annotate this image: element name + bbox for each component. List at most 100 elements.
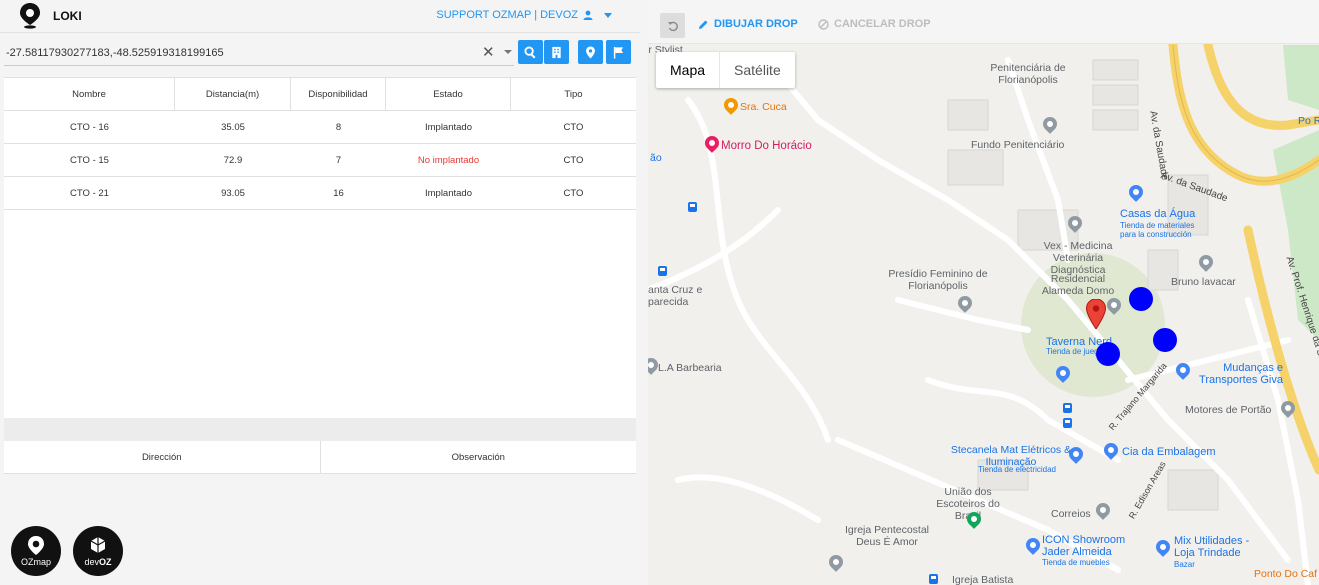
ozmap-pin-icon bbox=[28, 535, 44, 555]
details-header: Dirección Observación bbox=[4, 441, 636, 474]
app-title: LOKI bbox=[53, 9, 82, 23]
map-label: ão bbox=[650, 152, 662, 164]
cell-nombre: CTO - 21 bbox=[70, 187, 109, 199]
map-label[interactable]: Sra. Cuca bbox=[740, 101, 787, 113]
map-label[interactable]: Bruno lavacar bbox=[1171, 276, 1236, 288]
flag-icon bbox=[613, 46, 624, 59]
map-label: Penitenciária de Florianópolis bbox=[990, 62, 1066, 86]
cancel-icon bbox=[818, 18, 829, 30]
building-icon bbox=[552, 46, 561, 58]
user-icon bbox=[583, 10, 593, 20]
map-toolbar: DIBUJAR DROP CANCELAR DROP bbox=[648, 0, 1319, 44]
cto-marker[interactable] bbox=[1129, 287, 1153, 311]
bus-stop-icon[interactable] bbox=[1063, 418, 1072, 428]
map-label[interactable]: Ponto Do Caf bbox=[1254, 568, 1317, 580]
cell-tipo: CTO bbox=[563, 121, 584, 133]
cell-disponibilidad: 16 bbox=[333, 187, 344, 199]
map-label[interactable]: Mix Utilidades - Loja Trindade bbox=[1174, 535, 1264, 559]
table-row[interactable]: CTO - 15 72.9 7 No implantado CTO bbox=[4, 144, 636, 177]
map-label[interactable]: Morro Do Horácio bbox=[721, 140, 812, 152]
coordinates-input[interactable] bbox=[4, 40, 514, 66]
draw-drop-button[interactable]: DIBUJAR DROP bbox=[698, 18, 798, 30]
cell-estado: Implantado bbox=[424, 187, 472, 199]
map-type-control: Mapa Satélite bbox=[656, 52, 795, 88]
cancel-drop-label: CANCELAR DROP bbox=[834, 18, 931, 30]
cell-disponibilidad: 7 bbox=[335, 154, 342, 166]
column-header-observacion: Observación bbox=[451, 451, 505, 463]
logo-pin-icon bbox=[20, 3, 40, 29]
map-label[interactable]: Casas da Água bbox=[1120, 208, 1195, 220]
map-label[interactable]: Cia da Embalagem bbox=[1122, 446, 1216, 458]
map-label[interactable]: Presídio Feminino de Florianópolis bbox=[888, 268, 988, 292]
table-row[interactable]: CTO - 16 35.05 8 Implantado CTO bbox=[4, 111, 636, 144]
search-row: ✕ bbox=[0, 38, 640, 66]
cube-icon bbox=[90, 536, 106, 553]
map-label[interactable]: Mudanças e Transportes Giva bbox=[1193, 362, 1283, 386]
cell-distancia: 93.05 bbox=[221, 187, 245, 199]
searched-location-marker-icon[interactable] bbox=[1086, 299, 1106, 329]
cell-disponibilidad: 8 bbox=[335, 121, 342, 133]
map-label[interactable]: Motores de Portão bbox=[1185, 404, 1271, 416]
map-sublabel: Bazar bbox=[1174, 560, 1195, 569]
user-menu[interactable]: SUPPORT OZMAP | DEVOZ bbox=[436, 9, 612, 21]
map-type-satellite-button[interactable]: Satélite bbox=[719, 52, 795, 88]
top-bar: LOKI SUPPORT OZMAP | DEVOZ bbox=[0, 0, 640, 33]
panel-divider[interactable] bbox=[4, 418, 636, 442]
cto-marker[interactable] bbox=[1153, 328, 1177, 352]
map-sublabel: Tienda de muebles bbox=[1042, 558, 1110, 567]
cell-nombre: CTO - 16 bbox=[70, 121, 109, 133]
column-header-disponibilidad[interactable]: Disponibilidad bbox=[291, 78, 386, 110]
chevron-down-icon bbox=[604, 12, 612, 18]
bus-stop-icon[interactable] bbox=[1063, 403, 1072, 413]
pencil-icon bbox=[699, 20, 708, 29]
column-header-distancia[interactable]: Distancia(m) bbox=[175, 78, 291, 110]
devoz-logo[interactable]: devOZ bbox=[73, 526, 123, 576]
column-header-estado[interactable]: Estado bbox=[386, 78, 511, 110]
map-label[interactable]: Fundo Penitenciário bbox=[971, 139, 1064, 151]
column-header-nombre[interactable]: Nombre bbox=[4, 78, 175, 110]
ozmap-logo[interactable]: OZmap bbox=[11, 526, 61, 576]
map-sublabel: Tienda de materiales para la construcció… bbox=[1120, 221, 1195, 239]
cell-nombre: CTO - 15 bbox=[70, 154, 109, 166]
draw-drop-label: DIBUJAR DROP bbox=[714, 18, 798, 30]
cto-marker[interactable] bbox=[1096, 342, 1120, 366]
bus-stop-icon[interactable] bbox=[658, 266, 667, 276]
map-label[interactable]: Residencial Alameda Domo bbox=[1038, 273, 1118, 297]
devoz-logo-text: devOZ bbox=[84, 556, 112, 567]
table-header: Nombre Distancia(m) Disponibilidad Estad… bbox=[4, 77, 636, 111]
cell-tipo: CTO bbox=[563, 187, 584, 199]
cell-estado: Implantado bbox=[424, 121, 472, 133]
bus-stop-icon[interactable] bbox=[688, 202, 697, 212]
map-label[interactable]: Igreja Pentecostal Deus É Amor bbox=[842, 524, 932, 548]
bus-stop-icon[interactable] bbox=[929, 574, 938, 584]
undo-button[interactable] bbox=[660, 13, 685, 38]
clear-icon[interactable]: ✕ bbox=[482, 43, 495, 61]
map-label[interactable]: L.A Barbearia bbox=[658, 362, 722, 374]
column-header-direccion: Dirección bbox=[4, 441, 321, 473]
map-label[interactable]: Vex - Medicina Veterinária Diagnóstica bbox=[1028, 240, 1128, 276]
map-view[interactable]: DIBUJAR DROP CANCELAR DROP Mapa Satélite… bbox=[648, 0, 1319, 585]
user-menu-label: SUPPORT OZMAP | DEVOZ bbox=[436, 9, 578, 21]
search-icon bbox=[524, 45, 536, 58]
dropdown-caret-icon[interactable] bbox=[504, 50, 512, 54]
results-empty-area bbox=[4, 210, 636, 418]
location-button[interactable] bbox=[578, 40, 603, 64]
building-button[interactable] bbox=[544, 40, 569, 64]
results-table: Nombre Distancia(m) Disponibilidad Estad… bbox=[4, 77, 636, 210]
ozmap-logo-text: OZmap bbox=[20, 556, 51, 567]
column-header-tipo[interactable]: Tipo bbox=[511, 78, 636, 110]
map-marker-icon bbox=[586, 45, 595, 59]
cell-tipo: CTO bbox=[563, 154, 584, 166]
map-label: Po Ro bbox=[1298, 115, 1319, 127]
map-label[interactable]: ICON Showroom Jader Almeida bbox=[1042, 534, 1132, 558]
flag-button[interactable] bbox=[606, 40, 631, 64]
map-label[interactable]: Correios bbox=[1051, 508, 1091, 520]
cell-distancia: 72.9 bbox=[223, 154, 243, 166]
side-panel: LOKI SUPPORT OZMAP | DEVOZ ✕ Nombre Dist… bbox=[0, 0, 640, 585]
table-row[interactable]: CTO - 21 93.05 16 Implantado CTO bbox=[4, 177, 636, 210]
cell-estado: No implantado bbox=[417, 154, 480, 166]
map-label[interactable]: Igreja Batista bbox=[952, 574, 1013, 585]
map-type-map-button[interactable]: Mapa bbox=[656, 52, 719, 88]
cancel-drop-button[interactable]: CANCELAR DROP bbox=[818, 18, 931, 30]
search-button[interactable] bbox=[518, 40, 543, 64]
